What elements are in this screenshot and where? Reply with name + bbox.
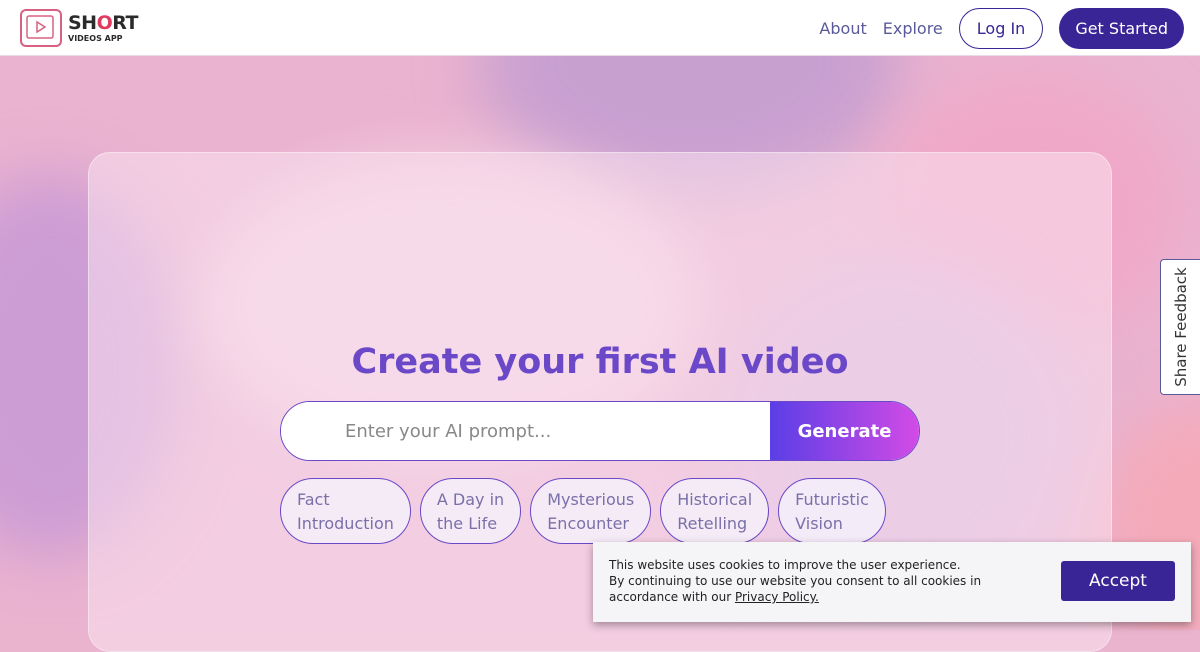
login-button[interactable]: Log In xyxy=(958,8,1044,49)
logo-subtitle: VIDEOS APP xyxy=(68,33,123,43)
prompt-form: Generate xyxy=(280,401,920,461)
nav: About Explore Log In Get Started xyxy=(819,8,1184,49)
chip-a-day-in-the-life[interactable]: A Day in the Life xyxy=(419,478,522,544)
nav-explore[interactable]: Explore xyxy=(883,19,943,38)
logo-wordmark: SHORT xyxy=(68,11,138,34)
chip-futuristic-vision[interactable]: Futuristic Vision xyxy=(778,478,886,544)
share-feedback-label: Share Feedback xyxy=(1171,267,1190,387)
logo[interactable]: SHORT VIDEOS APP xyxy=(20,9,138,47)
accept-cookies-button[interactable]: Accept xyxy=(1061,561,1175,601)
prompt-input[interactable] xyxy=(281,402,770,460)
cookie-banner: This website uses cookies to improve the… xyxy=(593,542,1191,622)
share-feedback-tab[interactable]: Share Feedback xyxy=(1160,259,1200,395)
privacy-policy-link[interactable]: Privacy Policy. xyxy=(735,590,819,604)
nav-about[interactable]: About xyxy=(819,19,866,38)
chip-mysterious-encounter[interactable]: Mysterious Encounter xyxy=(530,478,652,544)
get-started-button[interactable]: Get Started xyxy=(1059,8,1184,49)
cookie-text-1: This website uses cookies to improve the… xyxy=(609,558,961,572)
generate-button[interactable]: Generate xyxy=(770,402,919,460)
chip-historical-retelling[interactable]: Historical Retelling xyxy=(660,478,770,544)
prompt-suggestions: Fact Introduction A Day in the Life Myst… xyxy=(280,478,886,544)
header: SHORT VIDEOS APP About Explore Log In Ge… xyxy=(0,0,1200,56)
page-title: Create your first AI video xyxy=(351,342,849,382)
chip-fact-introduction[interactable]: Fact Introduction xyxy=(280,478,411,544)
video-logo-icon xyxy=(20,9,62,47)
